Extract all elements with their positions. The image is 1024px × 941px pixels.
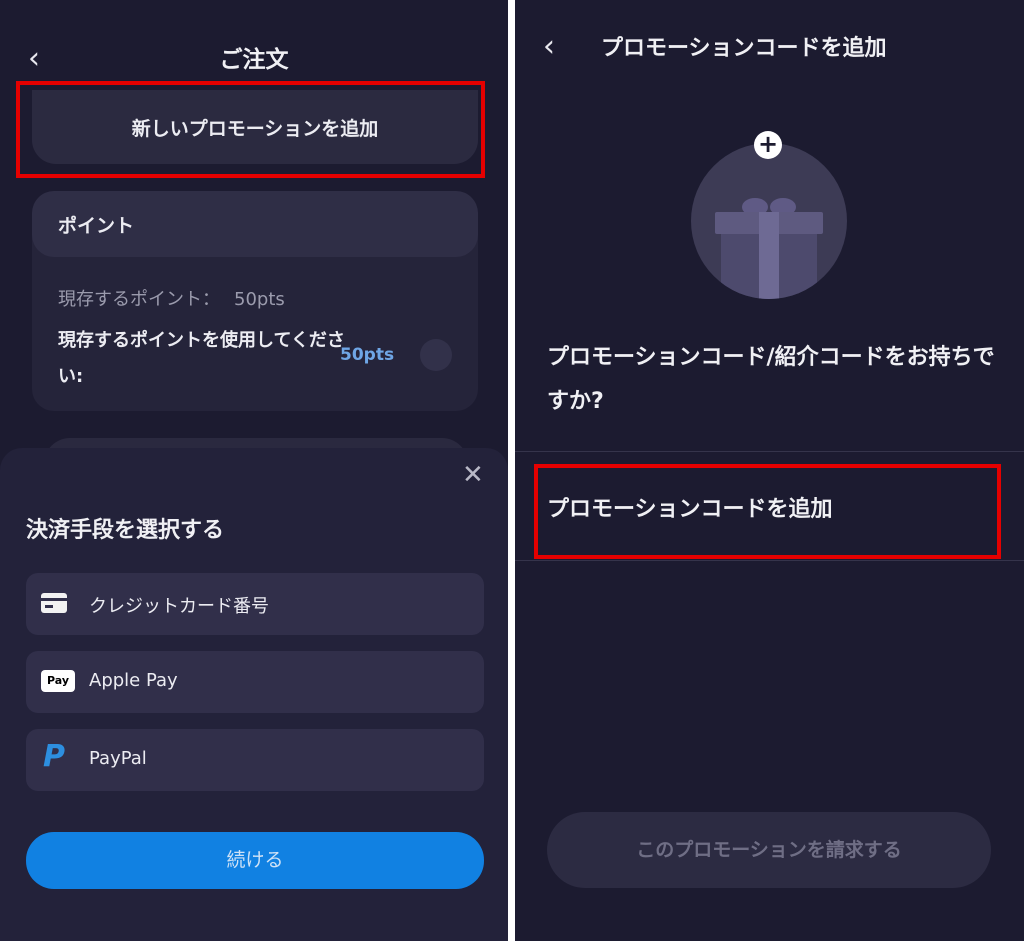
add-promo-code-screen: ‹ プロモーションコードを追加 + プロモーションコード/紹介コードをお持ちです… [515,0,1024,941]
apple-pay-icon: Pay [41,670,75,692]
apple-pay-badge-text: Pay [46,674,70,687]
use-points-label: 現存するポイントを使用してください: [58,330,345,387]
page-title: ご注文 [219,47,289,73]
page-title: プロモーションコードを追加 [601,36,887,61]
plus-icon: + [754,131,782,159]
highlight-box [16,81,485,178]
payment-sheet-title: 決済手段を選択する [26,518,225,543]
payment-option-paypal[interactable]: P PayPal [26,729,484,791]
gift-illustration [691,143,847,299]
owned-points-row: 現存するポイント： 50pts [58,285,285,311]
credit-card-icon [41,593,67,613]
divider-bottom [515,560,1024,561]
payment-option-label: Apple Pay [89,670,178,691]
payment-option-label: クレジットカード番号 [89,596,269,617]
continue-button[interactable]: 続ける [26,832,484,889]
screen-divider [508,0,515,941]
order-screen: ‹ ご注文 新しいプロモーションを追加 ポイント 現存するポイント： 50pts … [0,0,508,941]
points-card: ポイント 現存するポイント： 50pts 現存するポイントを使用してください: 5… [32,191,478,411]
owned-points-label: 現存するポイント： [58,289,220,310]
paypal-icon: P [43,739,65,774]
highlight-box [534,464,1001,559]
use-points-toggle[interactable] [420,339,452,371]
payment-option-label: PayPal [89,748,147,769]
owned-points-value: 50pts [234,289,285,310]
divider-top [515,451,1024,452]
points-header: ポイント [32,191,478,257]
promo-question: プロモーションコード/紹介コードをお持ちですか? [547,345,995,414]
gift-icon [715,198,823,299]
back-chevron-icon[interactable]: ‹ [543,32,555,62]
use-points-value: 50pts [340,345,395,365]
close-icon[interactable]: ✕ [462,462,484,488]
payment-option-apple-pay[interactable]: Pay Apple Pay [26,651,484,713]
payment-option-credit-card[interactable]: クレジットカード番号 [26,573,484,635]
claim-promotion-button[interactable]: このプロモーションを請求する [547,812,991,888]
